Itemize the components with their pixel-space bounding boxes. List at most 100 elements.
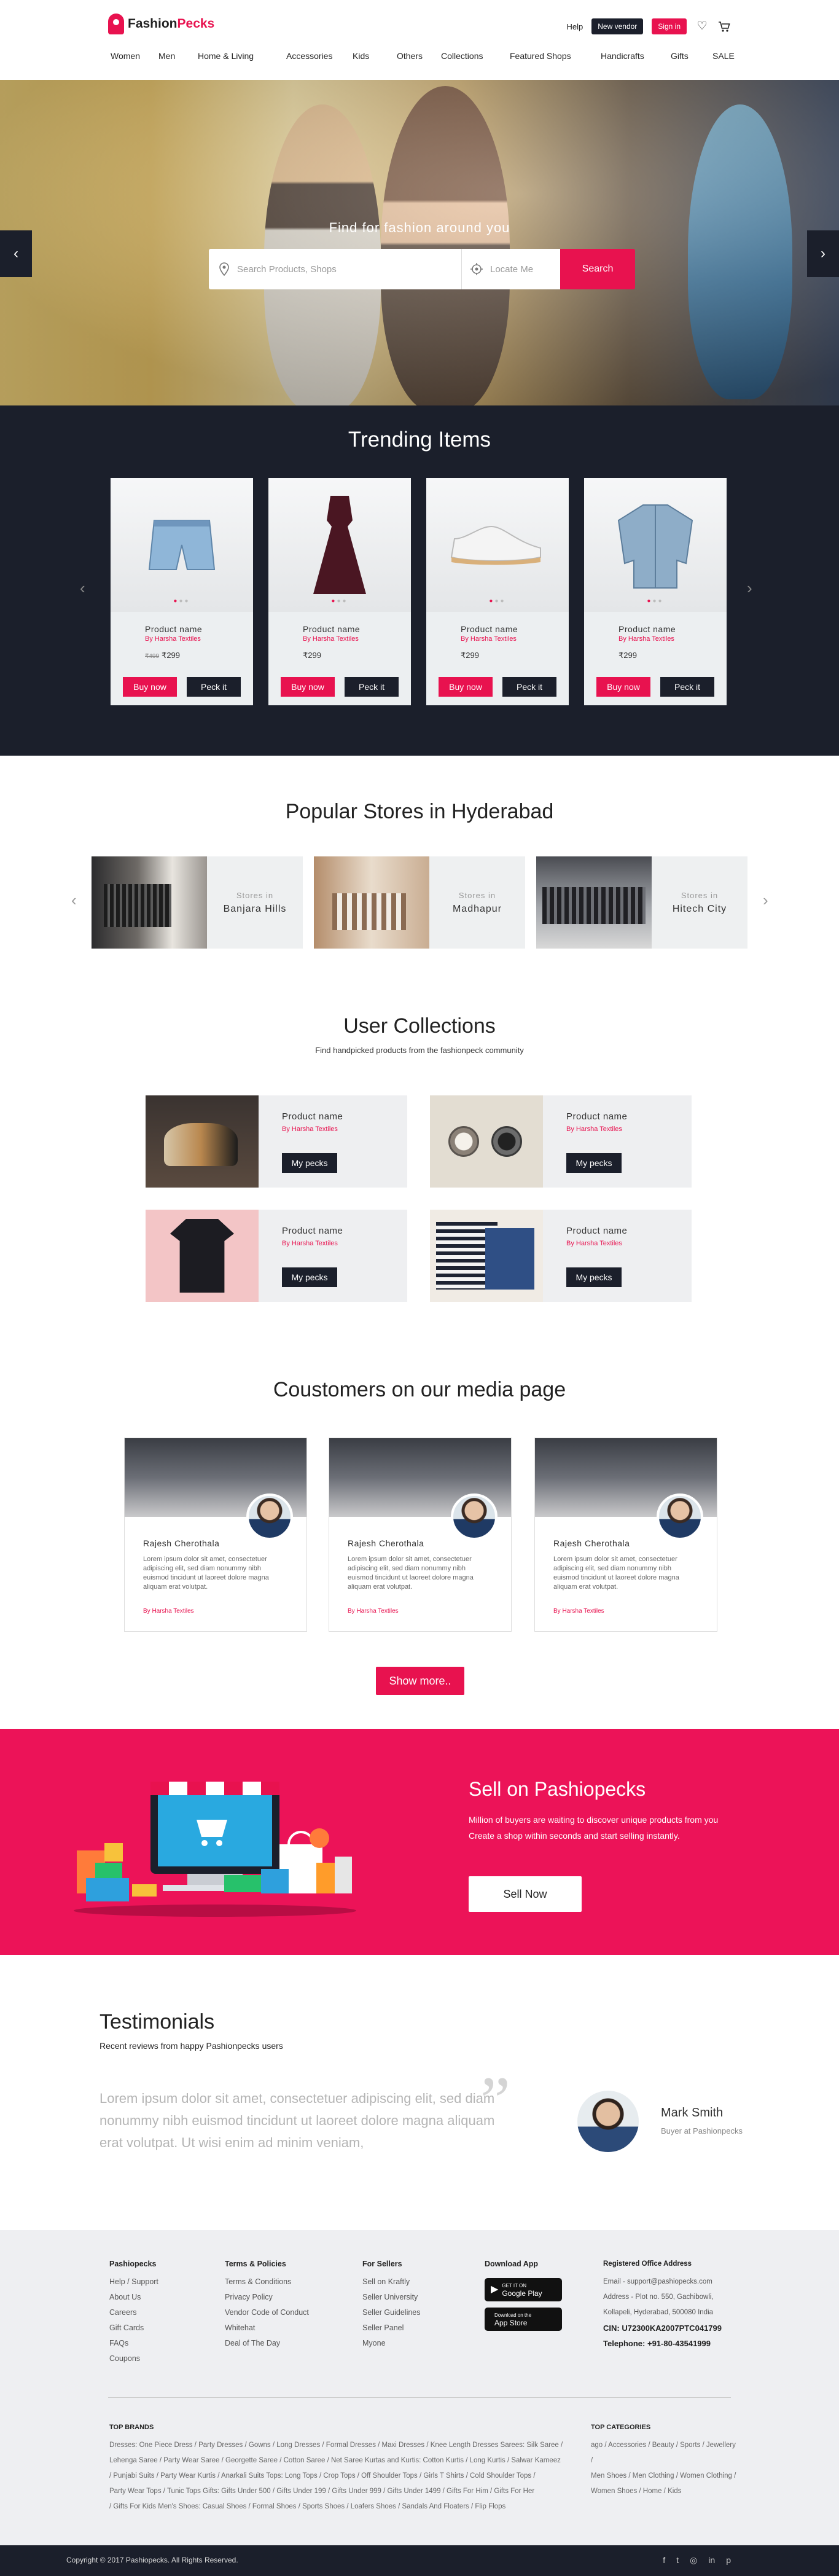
nav-women[interactable]: Women	[111, 51, 158, 61]
footer-link[interactable]: Seller University	[362, 2290, 421, 2305]
footer-link[interactable]: Vendor Code of Conduct	[225, 2305, 309, 2320]
hero-next-arrow-icon[interactable]: ›	[807, 230, 839, 277]
nav-gifts[interactable]: Gifts	[671, 51, 712, 61]
peck-it-button[interactable]: Peck it	[187, 677, 241, 697]
footer-link[interactable]: About Us	[109, 2290, 158, 2305]
collection-card[interactable]: Product name By Harsha Textiles My pecks	[146, 1095, 407, 1188]
product-seller[interactable]: By Harsha Textiles	[619, 635, 674, 643]
footer-link[interactable]: Help / Support	[109, 2274, 158, 2290]
locate-me-input[interactable]: Locate Me	[462, 249, 560, 289]
sell-now-button[interactable]: Sell Now	[469, 1876, 582, 1912]
collection-seller[interactable]: By Harsha Textiles	[566, 1240, 692, 1247]
search-button[interactable]: Search	[560, 249, 635, 289]
facebook-icon[interactable]: f	[663, 2555, 665, 2566]
collection-product-name[interactable]: Product name	[566, 1111, 692, 1122]
trending-item-card[interactable]: ●●● Product name By Harsha Textiles ₹299…	[584, 478, 727, 705]
brand-links[interactable]: Party Wear Tops / Tunic Tops Gifts: Gift…	[109, 2484, 576, 2499]
product-seller[interactable]: By Harsha Textiles	[303, 635, 359, 643]
google-play-badge[interactable]: ▶ GET IT ON Google Play	[485, 2278, 562, 2301]
media-card[interactable]: Rajesh Cherothala Lorem ipsum dolor sit …	[124, 1438, 307, 1632]
footer-email[interactable]: Email - support@pashiopecks.com	[603, 2274, 722, 2290]
product-name[interactable]: Product name	[461, 624, 518, 634]
footer-link[interactable]: Terms & Conditions	[225, 2274, 309, 2290]
instagram-icon[interactable]: ◎	[690, 2555, 697, 2566]
brand-links[interactable]: Dresses: One Piece Dress / Party Dresses…	[109, 2438, 576, 2453]
product-name[interactable]: Product name	[145, 624, 202, 634]
app-store-badge[interactable]: Download on the App Store	[485, 2308, 562, 2331]
twitter-icon[interactable]: t	[676, 2555, 679, 2566]
category-links[interactable]: Women Shoes / Home / Kids	[591, 2484, 738, 2499]
nav-home-living[interactable]: Home & Living	[198, 51, 286, 61]
trending-prev-arrow-icon[interactable]: ‹	[80, 579, 85, 598]
wishlist-heart-icon[interactable]: ♡	[695, 20, 709, 33]
nav-accessories[interactable]: Accessories	[286, 51, 353, 61]
buy-now-button[interactable]: Buy now	[123, 677, 177, 697]
product-name[interactable]: Product name	[619, 624, 676, 634]
peck-it-button[interactable]: Peck it	[345, 677, 399, 697]
footer-link[interactable]: Seller Panel	[362, 2320, 421, 2336]
nav-featured-shops[interactable]: Featured Shops	[510, 51, 601, 61]
nav-collections[interactable]: Collections	[441, 51, 510, 61]
product-search-input[interactable]: Search Products, Shops	[209, 249, 462, 289]
footer-link[interactable]: FAQs	[109, 2336, 158, 2351]
brand-links[interactable]: / Punjabi Suits / Party Wear Kurtis / An…	[109, 2468, 576, 2484]
media-seller[interactable]: By Harsha Textiles	[143, 1608, 194, 1615]
trending-item-card[interactable]: ●●● Product name By Harsha Textiles ₹299…	[268, 478, 411, 705]
my-pecks-button[interactable]: My pecks	[282, 1267, 337, 1287]
help-link[interactable]: Help	[567, 22, 583, 31]
collection-card[interactable]: Product name By Harsha Textiles My pecks	[430, 1095, 692, 1188]
footer-link[interactable]: Privacy Policy	[225, 2290, 309, 2305]
carousel-dots[interactable]: ●●●	[584, 598, 727, 605]
collection-seller[interactable]: By Harsha Textiles	[566, 1126, 692, 1133]
collection-product-name[interactable]: Product name	[566, 1226, 692, 1236]
new-vendor-button[interactable]: New vendor	[591, 18, 644, 34]
store-card[interactable]: Stores in Banjara Hills	[92, 856, 303, 949]
footer-link[interactable]: Sell on Kraftly	[362, 2274, 421, 2290]
product-seller[interactable]: By Harsha Textiles	[461, 635, 517, 643]
footer-link[interactable]: Coupons	[109, 2351, 158, 2367]
linkedin-icon[interactable]: in	[708, 2555, 715, 2566]
collection-product-name[interactable]: Product name	[282, 1111, 407, 1122]
store-card[interactable]: Stores in Madhapur	[314, 856, 525, 949]
footer-link[interactable]: Gift Cards	[109, 2320, 158, 2336]
store-card[interactable]: Stores in Hitech City	[536, 856, 747, 949]
footer-link[interactable]: Seller Guidelines	[362, 2305, 421, 2320]
nav-kids[interactable]: Kids	[353, 51, 397, 61]
nav-handicrafts[interactable]: Handicrafts	[601, 51, 671, 61]
my-pecks-button[interactable]: My pecks	[566, 1153, 622, 1173]
media-seller[interactable]: By Harsha Textiles	[348, 1608, 399, 1615]
nav-others[interactable]: Others	[397, 51, 441, 61]
hero-prev-arrow-icon[interactable]: ‹	[0, 230, 32, 277]
category-links[interactable]: Men Shoes / Men Clothing / Women Clothin…	[591, 2468, 738, 2484]
collection-card[interactable]: Product name By Harsha Textiles My pecks	[146, 1210, 407, 1302]
brand-links[interactable]: / Gifts For Kids Men's Shoes: Casual Sho…	[109, 2499, 576, 2515]
my-pecks-button[interactable]: My pecks	[566, 1267, 622, 1287]
peck-it-button[interactable]: Peck it	[660, 677, 714, 697]
media-card[interactable]: Rajesh Cherothala Lorem ipsum dolor sit …	[534, 1438, 717, 1632]
collection-product-name[interactable]: Product name	[282, 1226, 407, 1236]
carousel-dots[interactable]: ●●●	[111, 598, 253, 605]
carousel-dots[interactable]: ●●●	[268, 598, 411, 605]
trending-next-arrow-icon[interactable]: ›	[747, 579, 752, 598]
footer-link[interactable]: Myone	[362, 2336, 421, 2351]
product-name[interactable]: Product name	[303, 624, 360, 634]
show-more-button[interactable]: Show more..	[376, 1667, 464, 1695]
collection-seller[interactable]: By Harsha Textiles	[282, 1126, 407, 1133]
footer-link[interactable]: Deal of The Day	[225, 2336, 309, 2351]
product-seller[interactable]: By Harsha Textiles	[145, 635, 201, 643]
stores-next-arrow-icon[interactable]: ›	[763, 891, 768, 910]
trending-item-card[interactable]: ●●● Product name By Harsha Textiles ₹499…	[111, 478, 253, 705]
trending-item-card[interactable]: ●●● Product name By Harsha Textiles ₹299…	[426, 478, 569, 705]
cart-icon[interactable]	[717, 20, 731, 33]
my-pecks-button[interactable]: My pecks	[282, 1153, 337, 1173]
sign-in-button[interactable]: Sign in	[652, 18, 687, 34]
pinterest-icon[interactable]: p	[726, 2555, 731, 2566]
nav-men[interactable]: Men	[158, 51, 198, 61]
footer-link[interactable]: Whitehat	[225, 2320, 309, 2336]
stores-prev-arrow-icon[interactable]: ‹	[71, 891, 77, 910]
media-card[interactable]: Rajesh Cherothala Lorem ipsum dolor sit …	[329, 1438, 512, 1632]
nav-sale[interactable]: SALE	[712, 51, 749, 61]
buy-now-button[interactable]: Buy now	[596, 677, 650, 697]
brand-links[interactable]: Lehenga Saree / Party Wear Saree / Georg…	[109, 2453, 576, 2468]
peck-it-button[interactable]: Peck it	[502, 677, 556, 697]
